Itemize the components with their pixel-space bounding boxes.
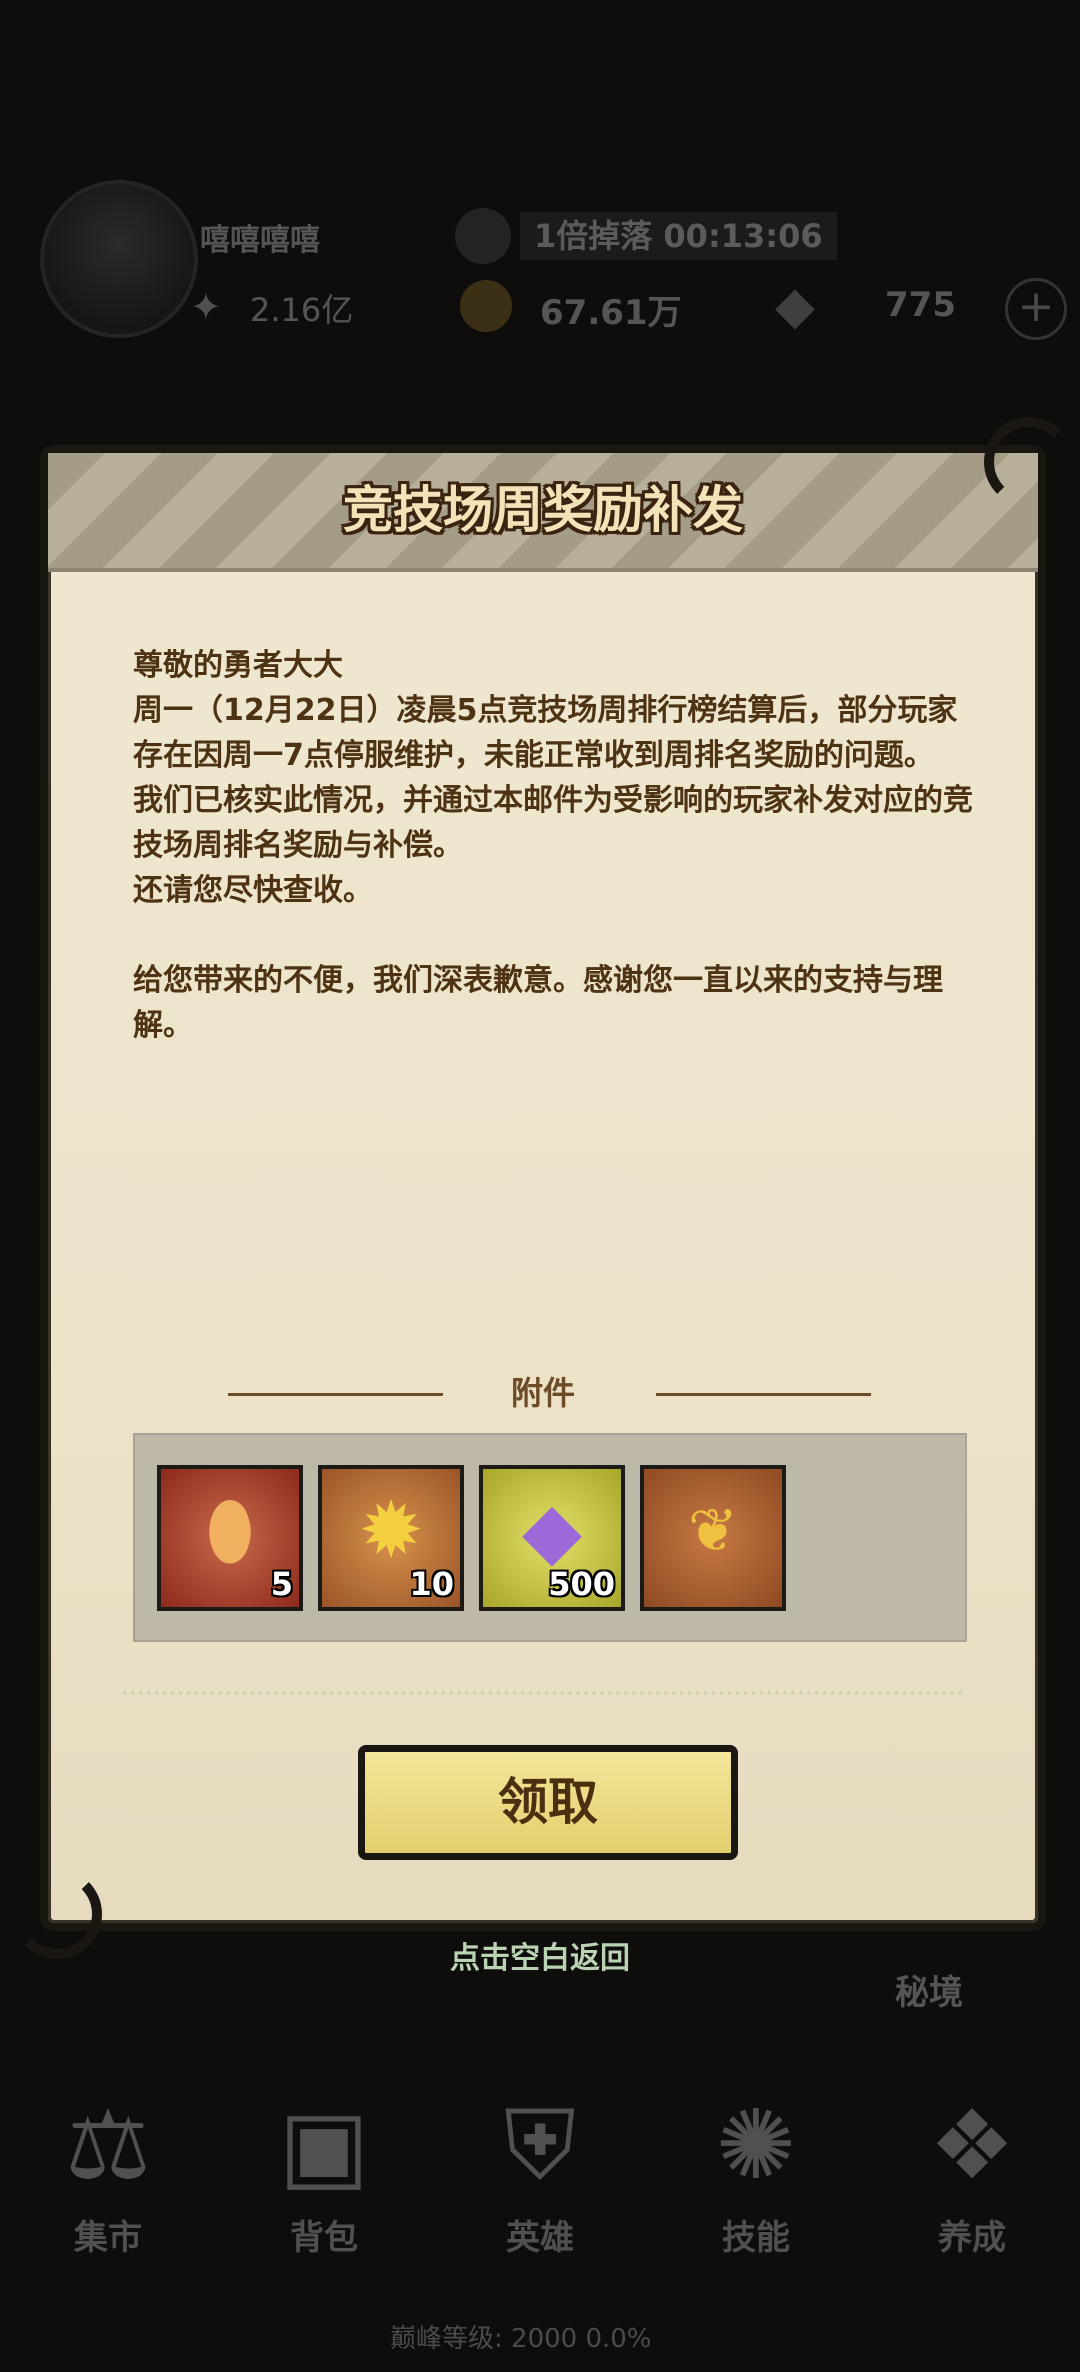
bottom-nav: ⚖ 集市 ▣ 背包 ⛨ 英雄 ✺ 技能 ❖ 养成: [0, 2080, 1080, 2310]
nav-bag[interactable]: ▣ 背包: [234, 2080, 414, 2310]
scale-icon: ⚖: [64, 2089, 152, 2201]
mail-paragraph: 还请您尽快查收。: [133, 873, 373, 908]
player-name: 嘻嘻嘻嘻: [200, 223, 320, 258]
dotted-divider: [123, 1691, 963, 1695]
mail-body: 尊敬的勇者大大 周一（12月22日）凌晨5点竞技场周排行榜结算后，部分玩家存在因…: [133, 643, 983, 1048]
flame-icon: ✺: [715, 2089, 797, 2201]
attachment-item[interactable]: ⬮ 5: [157, 1465, 303, 1611]
gold-amount: 67.61万: [540, 293, 682, 333]
drop-buff-timer: 1倍掉落 00:13:06: [520, 212, 837, 260]
helmet-icon: ⛨: [504, 2089, 576, 2201]
gold-coin-icon: [460, 280, 512, 332]
power-icon: ✦: [190, 285, 222, 329]
arena-champion-badge-icon: ❦: [687, 1496, 739, 1566]
item-quantity: 500: [548, 1565, 615, 1603]
item-quantity: 10: [409, 1565, 454, 1603]
claim-button[interactable]: 领取: [358, 1745, 738, 1860]
drop-buff-icon: [455, 208, 511, 264]
attachments-panel: ⬮ 5 ✹ 10 ◆ 500 ❦: [133, 1433, 967, 1642]
nav-heroes[interactable]: ⛨ 英雄: [450, 2080, 630, 2310]
bag-icon: ▣: [278, 2089, 370, 2201]
tap-blank-to-return-hint[interactable]: 点击空白返回: [0, 1933, 1080, 1977]
power-value: 2.16亿: [250, 291, 354, 329]
nav-develop[interactable]: ❖ 养成: [882, 2080, 1062, 2310]
divider: [656, 1393, 871, 1396]
mail-title: 竞技场周奖励补发: [343, 481, 743, 539]
attachment-item[interactable]: ✹ 10: [318, 1465, 464, 1611]
attachment-item[interactable]: ◆ 500: [479, 1465, 625, 1611]
attachments-header: 附件: [48, 1373, 1038, 1413]
attachments-label: 附件: [510, 1374, 575, 1412]
greeting: 尊敬的勇者大大: [133, 648, 343, 683]
mail-dialog: 竞技场周奖励补发 尊敬的勇者大大 周一（12月22日）凌晨5点竞技场周排行榜结算…: [12, 417, 1074, 1959]
gem-amount: 775: [885, 285, 956, 325]
peak-level-status: 巅峰等级: 2000 0.0%: [390, 2324, 652, 2354]
diamond-icon: ◆: [775, 276, 815, 336]
add-gems-button[interactable]: +: [1005, 278, 1067, 340]
nav-market[interactable]: ⚖ 集市: [18, 2080, 198, 2310]
mail-paragraph: 给您带来的不便，我们深表歉意。感谢您一直以来的支持与理解。: [133, 963, 943, 1043]
nav-skills[interactable]: ✺ 技能: [666, 2080, 846, 2310]
avatar[interactable]: [40, 180, 198, 338]
mail-paragraph: 我们已核实此情况，并通过本邮件为受影响的玩家补发对应的竞技场周排名奖励与补偿。: [133, 783, 973, 863]
grid-icon: ❖: [928, 2089, 1016, 2201]
mail-paragraph: 周一（12月22日）凌晨5点竞技场周排行榜结算后，部分玩家存在因周一7点停服维护…: [133, 693, 958, 773]
attachment-item[interactable]: ❦: [640, 1465, 786, 1611]
item-quantity: 5: [270, 1565, 293, 1603]
